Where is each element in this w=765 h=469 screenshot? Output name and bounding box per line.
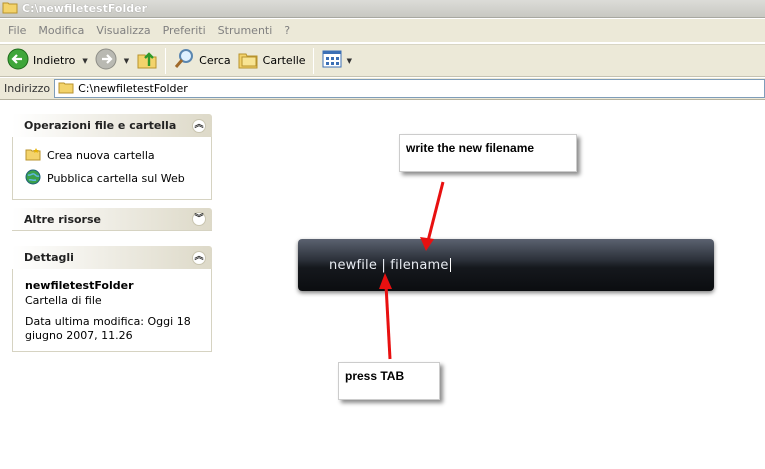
arrow-down-head	[420, 237, 434, 251]
menu-modifica[interactable]: Modifica	[32, 24, 90, 37]
views-dropdown-icon: ▼	[346, 56, 352, 65]
search-button[interactable]: Cerca	[170, 47, 234, 75]
back-label: Indietro	[33, 54, 76, 67]
callout-arrows	[379, 181, 445, 360]
arrow-down	[426, 181, 445, 242]
toolbar: Indietro ▼ ▼ Cerca Cartelle ▼	[0, 44, 765, 77]
search-icon	[173, 48, 195, 73]
title-bar: C:\newfiletestFolder	[0, 0, 765, 18]
up-folder-icon	[136, 48, 158, 73]
folders-icon	[237, 48, 259, 73]
search-label: Cerca	[199, 54, 231, 67]
arrow-up	[384, 284, 392, 360]
back-button[interactable]: Indietro	[4, 47, 78, 75]
folders-label: Cartelle	[262, 54, 306, 67]
menu-strumenti[interactable]: Strumenti	[212, 24, 279, 37]
menu-preferiti[interactable]: Preferiti	[157, 24, 212, 37]
folder-icon	[58, 81, 74, 97]
folder-icon	[2, 0, 18, 17]
address-bar: Indirizzo C:\newfiletestFolder	[0, 78, 765, 100]
window-title: C:\newfiletestFolder	[22, 2, 148, 15]
menu-help[interactable]: ?	[278, 24, 296, 37]
menu-visualizza[interactable]: Visualizza	[90, 24, 156, 37]
address-label: Indirizzo	[4, 82, 51, 95]
toolbar-separator	[165, 47, 167, 74]
forward-button[interactable]	[92, 47, 120, 75]
views-icon	[321, 49, 343, 72]
folders-button[interactable]: Cartelle	[234, 47, 309, 75]
arrow-up-head	[379, 273, 392, 289]
back-dropdown-icon[interactable]: ▼	[82, 57, 87, 65]
menu-file[interactable]: File	[2, 24, 32, 37]
address-value: C:\newfiletestFolder	[78, 82, 188, 95]
forward-dropdown-icon[interactable]: ▼	[124, 57, 129, 65]
menu-bar: File Modifica Visualizza Preferiti Strum…	[0, 19, 765, 43]
toolbar-separator	[312, 47, 314, 74]
back-arrow-icon	[7, 48, 29, 73]
address-field[interactable]: C:\newfiletestFolder	[54, 79, 765, 98]
main-area: Operazioni file e cartella ︽ Crea nuova …	[0, 101, 765, 469]
up-folder-button[interactable]	[133, 47, 161, 75]
forward-arrow-icon	[95, 48, 117, 73]
views-button[interactable]: ▼	[318, 47, 359, 75]
